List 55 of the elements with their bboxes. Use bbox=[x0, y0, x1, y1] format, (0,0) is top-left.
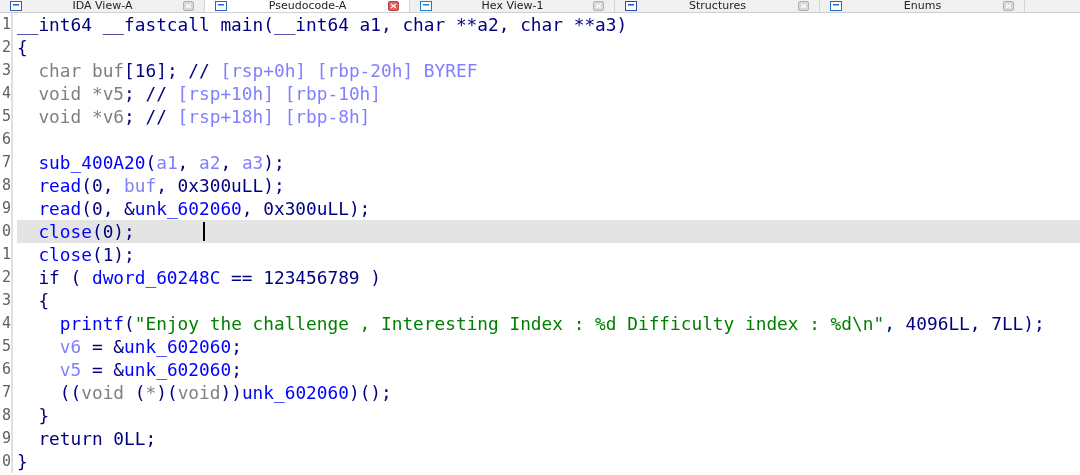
line-number: 7 bbox=[0, 152, 11, 173]
line-number: 1 bbox=[0, 244, 11, 265]
line-number: 3 bbox=[0, 290, 11, 311]
window-icon bbox=[830, 1, 842, 11]
code-line: printf("Enjoy the challenge , Interesting Index : %d Difficulty index : %d\n", 4096LL, 7LL); bbox=[58, 312, 1045, 335]
tab[interactable]: Enums bbox=[820, 0, 1025, 12]
close-icon[interactable] bbox=[388, 1, 399, 11]
tab[interactable]: Pseudocode-A bbox=[205, 0, 410, 12]
line-number: 4 bbox=[0, 83, 11, 104]
line-number: 2 bbox=[0, 267, 11, 288]
code-line: } bbox=[17, 450, 28, 473]
line-number: 9 bbox=[0, 198, 11, 219]
code-line: v6 = &unk_602060; bbox=[58, 335, 242, 358]
line-number: 8 bbox=[0, 175, 11, 196]
line-number: 4 bbox=[0, 313, 11, 334]
window-icon bbox=[420, 1, 432, 11]
code-line: { bbox=[37, 289, 50, 312]
line-number: 0 bbox=[0, 221, 11, 242]
line-number: 0 bbox=[0, 451, 11, 472]
code-line: void *v6; // [rsp+18h] [rbp-8h] bbox=[37, 105, 371, 128]
code-line: char buf[16]; // [rsp+0h] [rbp-20h] BYREF bbox=[37, 59, 478, 82]
code-line: read(0, &unk_602060, 0x300uLL); bbox=[37, 197, 371, 220]
code-line: { bbox=[17, 36, 28, 59]
code-line: void *v5; // [rsp+10h] [rbp-10h] bbox=[37, 82, 381, 105]
line-number: 6 bbox=[0, 359, 11, 380]
code-line: sub_400A20(a1, a2, a3); bbox=[37, 151, 285, 174]
line-number: 3 bbox=[0, 60, 11, 81]
line-number: 5 bbox=[0, 336, 11, 357]
code-line: return 0LL; bbox=[37, 427, 157, 450]
window-icon bbox=[215, 1, 227, 11]
code-line: } bbox=[37, 404, 50, 427]
tab[interactable]: Hex View-1 bbox=[410, 0, 615, 12]
code-line: __int64 __fastcall main(__int64 a1, char **a2, char **a3) bbox=[17, 13, 628, 36]
code-line: close(0); bbox=[37, 220, 135, 243]
line-number: 1 bbox=[0, 14, 11, 35]
line-number: 6 bbox=[0, 129, 11, 150]
code-line: if ( dword_60248C == 123456789 ) bbox=[37, 266, 381, 289]
close-icon[interactable] bbox=[593, 1, 604, 11]
code-line: v5 = &unk_602060; bbox=[58, 358, 242, 381]
text-cursor bbox=[202, 222, 205, 241]
line-number: 8 bbox=[0, 405, 11, 426]
line-number: 9 bbox=[0, 428, 11, 449]
code-line: ((void (*)(void))unk_602060)(); bbox=[58, 381, 392, 404]
code-line: read(0, buf, 0x300uLL); bbox=[37, 174, 285, 197]
close-icon[interactable] bbox=[183, 1, 194, 11]
line-number: 7 bbox=[0, 382, 11, 403]
line-number: 5 bbox=[0, 106, 11, 127]
close-icon[interactable] bbox=[798, 1, 809, 11]
code-line: close(1); bbox=[37, 243, 135, 266]
line-number: 2 bbox=[0, 37, 11, 58]
window-icon bbox=[10, 1, 22, 11]
close-icon[interactable] bbox=[1003, 1, 1014, 11]
window-icon bbox=[625, 1, 637, 11]
tab[interactable]: IDA View-A bbox=[0, 0, 205, 12]
tab[interactable]: Structures bbox=[615, 0, 820, 12]
